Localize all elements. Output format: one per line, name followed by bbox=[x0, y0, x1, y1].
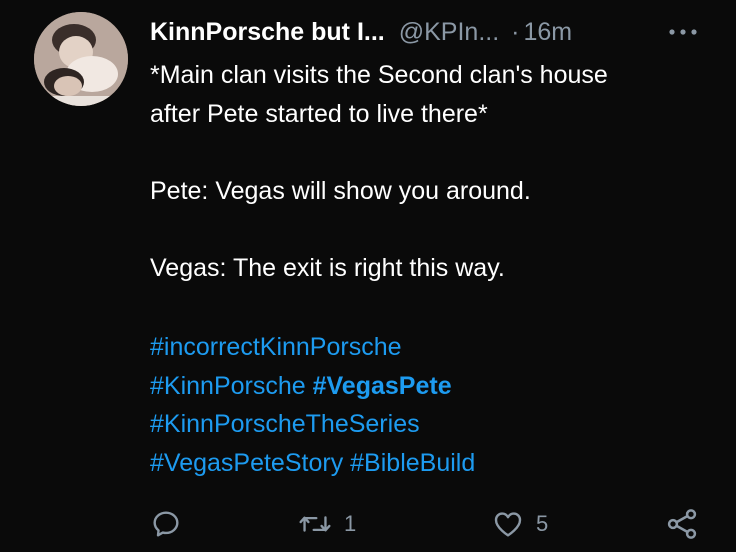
heart-icon bbox=[494, 512, 522, 537]
hashtag-link[interactable]: #BibleBuild bbox=[350, 449, 475, 477]
retweet-button[interactable]: 1 bbox=[298, 504, 356, 544]
tweet-line: after Pete started to live there* bbox=[150, 99, 488, 128]
author-handle[interactable]: @KPIn... bbox=[399, 18, 499, 47]
retweet-count: 1 bbox=[344, 511, 357, 536]
tweet-card: KinnPorsche but I... @KPIn... · 16m *Mai… bbox=[0, 0, 736, 552]
separator-dot: · bbox=[511, 17, 520, 46]
share-icon bbox=[667, 509, 697, 539]
reply-icon bbox=[153, 511, 179, 537]
hashtag-link[interactable]: #KinnPorscheTheSeries bbox=[150, 410, 420, 438]
like-count: 5 bbox=[536, 511, 549, 536]
tweet-text: *Main clan visits the Second clan's hous… bbox=[150, 56, 720, 287]
reply-button[interactable] bbox=[150, 504, 182, 544]
hashtag-link[interactable]: #VegasPeteStory bbox=[150, 449, 343, 477]
timestamp[interactable]: 16m bbox=[524, 18, 573, 47]
hashtag-link[interactable]: #incorrectKinnPorsche bbox=[150, 333, 402, 361]
tweet-line: *Main clan visits the Second clan's hous… bbox=[150, 61, 608, 89]
hashtag-block: #incorrectKinnPorsche #KinnPorsche #Vega… bbox=[150, 328, 720, 482]
more-button[interactable] bbox=[666, 22, 700, 42]
hashtag-link[interactable]: #KinnPorsche bbox=[150, 372, 306, 400]
hashtag-link[interactable]: #VegasPete bbox=[313, 372, 452, 400]
tweet-line: Vegas: The exit is right this way. bbox=[150, 253, 505, 282]
avatar-photo-icon bbox=[34, 12, 128, 106]
retweet-icon bbox=[299, 516, 331, 532]
avatar[interactable] bbox=[34, 12, 128, 106]
share-button[interactable] bbox=[664, 504, 700, 544]
author-name[interactable]: KinnPorsche but I... bbox=[150, 18, 385, 47]
tweet-line: Pete: Vegas will show you around. bbox=[150, 176, 531, 205]
tweet-header: KinnPorsche but I... @KPIn... · 16m bbox=[150, 14, 710, 50]
more-icon bbox=[669, 29, 697, 35]
like-button[interactable]: 5 bbox=[492, 504, 548, 544]
action-bar: 1 5 bbox=[0, 500, 736, 550]
